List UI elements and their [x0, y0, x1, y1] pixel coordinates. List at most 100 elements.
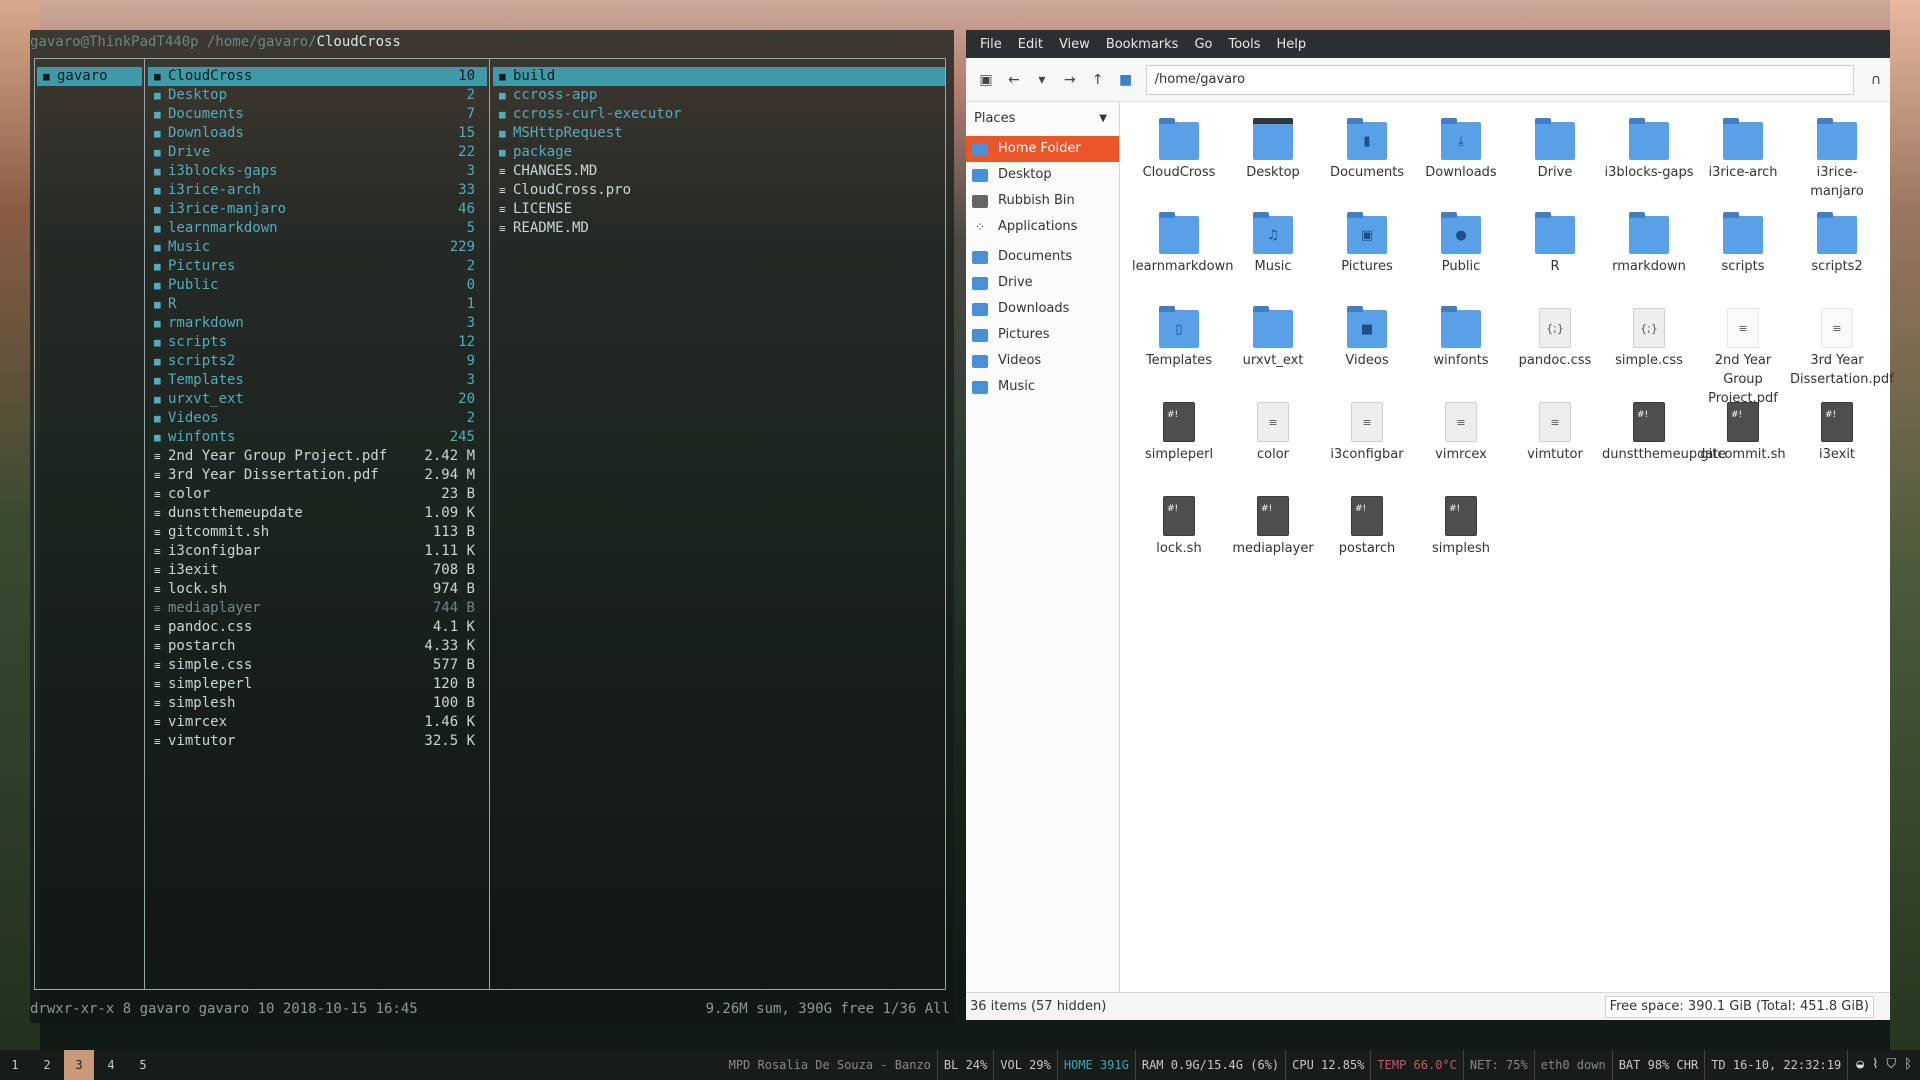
ranger-entry[interactable]: ■ Templates 3 — [148, 371, 487, 390]
file-item[interactable]: winfonts — [1414, 296, 1508, 390]
ranger-entry[interactable]: ≡ mediaplayer 744 B — [148, 599, 487, 618]
ranger-entry[interactable]: ≡ dunstthemeupdate 1.09 K — [148, 504, 487, 523]
ranger-entry[interactable]: ■ Videos 2 — [148, 409, 487, 428]
workspace-3[interactable]: 3 — [64, 1050, 94, 1080]
menu-go[interactable]: Go — [1186, 37, 1220, 52]
sidebar-item-music[interactable]: Music — [966, 374, 1119, 400]
file-item[interactable]: i3blocks-gaps — [1602, 108, 1696, 202]
ranger-entry[interactable]: ≡ postarch 4.33 K — [148, 637, 487, 656]
ranger-entry[interactable]: ≡ i3configbar 1.11 K — [148, 542, 487, 561]
ranger-entry[interactable]: ≡ lock.sh 974 B — [148, 580, 487, 599]
ranger-entry[interactable]: ■ scripts2 9 — [148, 352, 487, 371]
file-item[interactable]: ≡ vimrcex — [1414, 390, 1508, 484]
ranger-entry[interactable]: ≡ 3rd Year Dissertation.pdf 2.94 M — [148, 466, 487, 485]
file-item[interactable]: urxvt_ext — [1226, 296, 1320, 390]
file-item[interactable]: {;} pandoc.css — [1508, 296, 1602, 390]
places-header[interactable]: Places ▼ — [966, 102, 1119, 136]
file-item[interactable]: Desktop — [1226, 108, 1320, 202]
file-item[interactable]: ♫ Music — [1226, 202, 1320, 296]
ranger-entry[interactable]: ≡ README.MD — [493, 219, 945, 238]
computer-icon[interactable]: ▣ — [972, 66, 1000, 94]
file-item[interactable]: ≡ vimtutor — [1508, 390, 1602, 484]
ranger-entry[interactable]: ■ winfonts 245 — [148, 428, 487, 447]
file-item[interactable]: #! simpleperl — [1132, 390, 1226, 484]
file-item[interactable]: ● Public — [1414, 202, 1508, 296]
file-item[interactable]: ≡ i3configbar — [1320, 390, 1414, 484]
sidebar-item-home-folder[interactable]: Home Folder — [966, 136, 1119, 162]
ranger-entry[interactable]: ■ ccross-curl-executor — [493, 105, 945, 124]
file-item[interactable]: {;} simple.css — [1602, 296, 1696, 390]
file-item[interactable]: #! lock.sh — [1132, 484, 1226, 578]
terminal-window[interactable]: gavaro@ThinkPadT440p /home/gavaro/CloudC… — [30, 30, 954, 1023]
bluetooth-icon[interactable]: ᛒ — [1904, 1050, 1912, 1080]
file-manager-window[interactable]: File Edit View Bookmarks Go Tools Help ▣ ← ▾ →… — [966, 30, 1894, 1020]
ranger-entry[interactable]: ≡ i3exit 708 B — [148, 561, 487, 580]
file-item[interactable]: rmarkdown — [1602, 202, 1696, 296]
ranger-entry[interactable]: ■ i3rice-arch 33 — [148, 181, 487, 200]
file-item[interactable]: #! postarch — [1320, 484, 1414, 578]
sidebar-item-downloads[interactable]: Downloads — [966, 296, 1119, 322]
ranger-entry[interactable]: ≡ CHANGES.MD — [493, 162, 945, 181]
ranger-entry[interactable]: ■ Downloads 15 — [148, 124, 487, 143]
file-item[interactable]: R — [1508, 202, 1602, 296]
file-item[interactable]: ≡ 2nd Year Group Project.pdf — [1696, 296, 1790, 406]
file-item[interactable]: #! simplesh — [1414, 484, 1508, 578]
sidebar-item-documents[interactable]: Documents — [966, 244, 1119, 270]
file-item[interactable]: #! mediaplayer — [1226, 484, 1320, 578]
menu-help[interactable]: Help — [1269, 37, 1315, 52]
chevron-down-icon[interactable]: ▼ — [1099, 102, 1107, 136]
ranger-entry[interactable]: ■ Drive 22 — [148, 143, 487, 162]
sidebar-item-pictures[interactable]: Pictures — [966, 322, 1119, 348]
file-item[interactable]: ≡ 3rd Year Dissertation.pdf — [1790, 296, 1894, 390]
ranger-entry[interactable]: ■ urxvt_ext 20 — [148, 390, 487, 409]
file-item[interactable]: ■ Videos — [1320, 296, 1414, 390]
menu-view[interactable]: View — [1051, 37, 1098, 52]
ranger-entry[interactable]: ≡ simpleperl 120 B — [148, 675, 487, 694]
workspace-4[interactable]: 4 — [96, 1050, 126, 1080]
folder-location-icon[interactable]: ■ — [1112, 66, 1140, 94]
sidebar-item-desktop[interactable]: Desktop — [966, 162, 1119, 188]
ranger-entry[interactable]: ■ scripts 12 — [148, 333, 487, 352]
file-item[interactable]: learnmarkdown — [1132, 202, 1234, 296]
ranger-entry[interactable]: ≡ simple.css 577 B — [148, 656, 487, 675]
ranger-entry[interactable]: ■ i3rice-manjaro 46 — [148, 200, 487, 219]
file-item[interactable]: CloudCross — [1132, 108, 1226, 202]
sidebar-item-videos[interactable]: Videos — [966, 348, 1119, 374]
file-item[interactable]: ▣ Pictures — [1320, 202, 1414, 296]
ranger-entry[interactable]: ■ gavaro — [37, 67, 142, 86]
paperclip-icon[interactable]: ⌇ — [1872, 1050, 1878, 1080]
file-item[interactable]: scripts — [1696, 202, 1790, 296]
file-item[interactable]: ≡ color — [1226, 390, 1320, 484]
ranger-entry[interactable]: ■ Desktop 2 — [148, 86, 487, 105]
search-icon[interactable]: ∩ — [1862, 66, 1890, 94]
file-item[interactable]: ▮ Documents — [1320, 108, 1414, 202]
back-arrow-icon[interactable]: ← — [1000, 66, 1028, 94]
workspace-2[interactable]: 2 — [32, 1050, 62, 1080]
menu-bookmarks[interactable]: Bookmarks — [1098, 37, 1187, 52]
ranger-entry[interactable]: ■ learnmarkdown 5 — [148, 219, 487, 238]
ranger-entry[interactable]: ■ ccross-app — [493, 86, 945, 105]
menu-tools[interactable]: Tools — [1220, 37, 1268, 52]
ranger-entry[interactable]: ■ R 1 — [148, 295, 487, 314]
up-arrow-icon[interactable]: ↑ — [1084, 66, 1112, 94]
menu-edit[interactable]: Edit — [1010, 37, 1051, 52]
file-item[interactable]: #! gitcommit.sh — [1696, 390, 1790, 484]
file-item[interactable]: #! dunstthemeupdate — [1602, 390, 1726, 484]
file-item[interactable]: Drive — [1508, 108, 1602, 202]
sidebar-item-rubbish-bin[interactable]: Rubbish Bin — [966, 188, 1119, 214]
ranger-entry[interactable]: ≡ simplesh 100 B — [148, 694, 487, 713]
ranger-entry[interactable]: ■ Music 229 — [148, 238, 487, 257]
workspace-5[interactable]: 5 — [128, 1050, 158, 1080]
ranger-entry[interactable]: ■ CloudCross 10 — [148, 67, 487, 86]
ranger-entry[interactable]: ■ Pictures 2 — [148, 257, 487, 276]
wifi-icon[interactable]: ◒ — [1856, 1050, 1864, 1080]
sidebar-item-drive[interactable]: Drive — [966, 270, 1119, 296]
ranger-entry[interactable]: ■ Public 0 — [148, 276, 487, 295]
ranger-entry[interactable]: ≡ LICENSE — [493, 200, 945, 219]
ranger-entry[interactable]: ■ package — [493, 143, 945, 162]
workspace-1[interactable]: 1 — [0, 1050, 30, 1080]
sidebar-item-applications[interactable]: ⁘ Applications — [966, 214, 1119, 240]
file-item[interactable]: i3rice-manjaro — [1790, 108, 1884, 202]
file-item[interactable]: #! i3exit — [1790, 390, 1884, 484]
history-dropdown-icon[interactable]: ▾ — [1028, 66, 1056, 94]
